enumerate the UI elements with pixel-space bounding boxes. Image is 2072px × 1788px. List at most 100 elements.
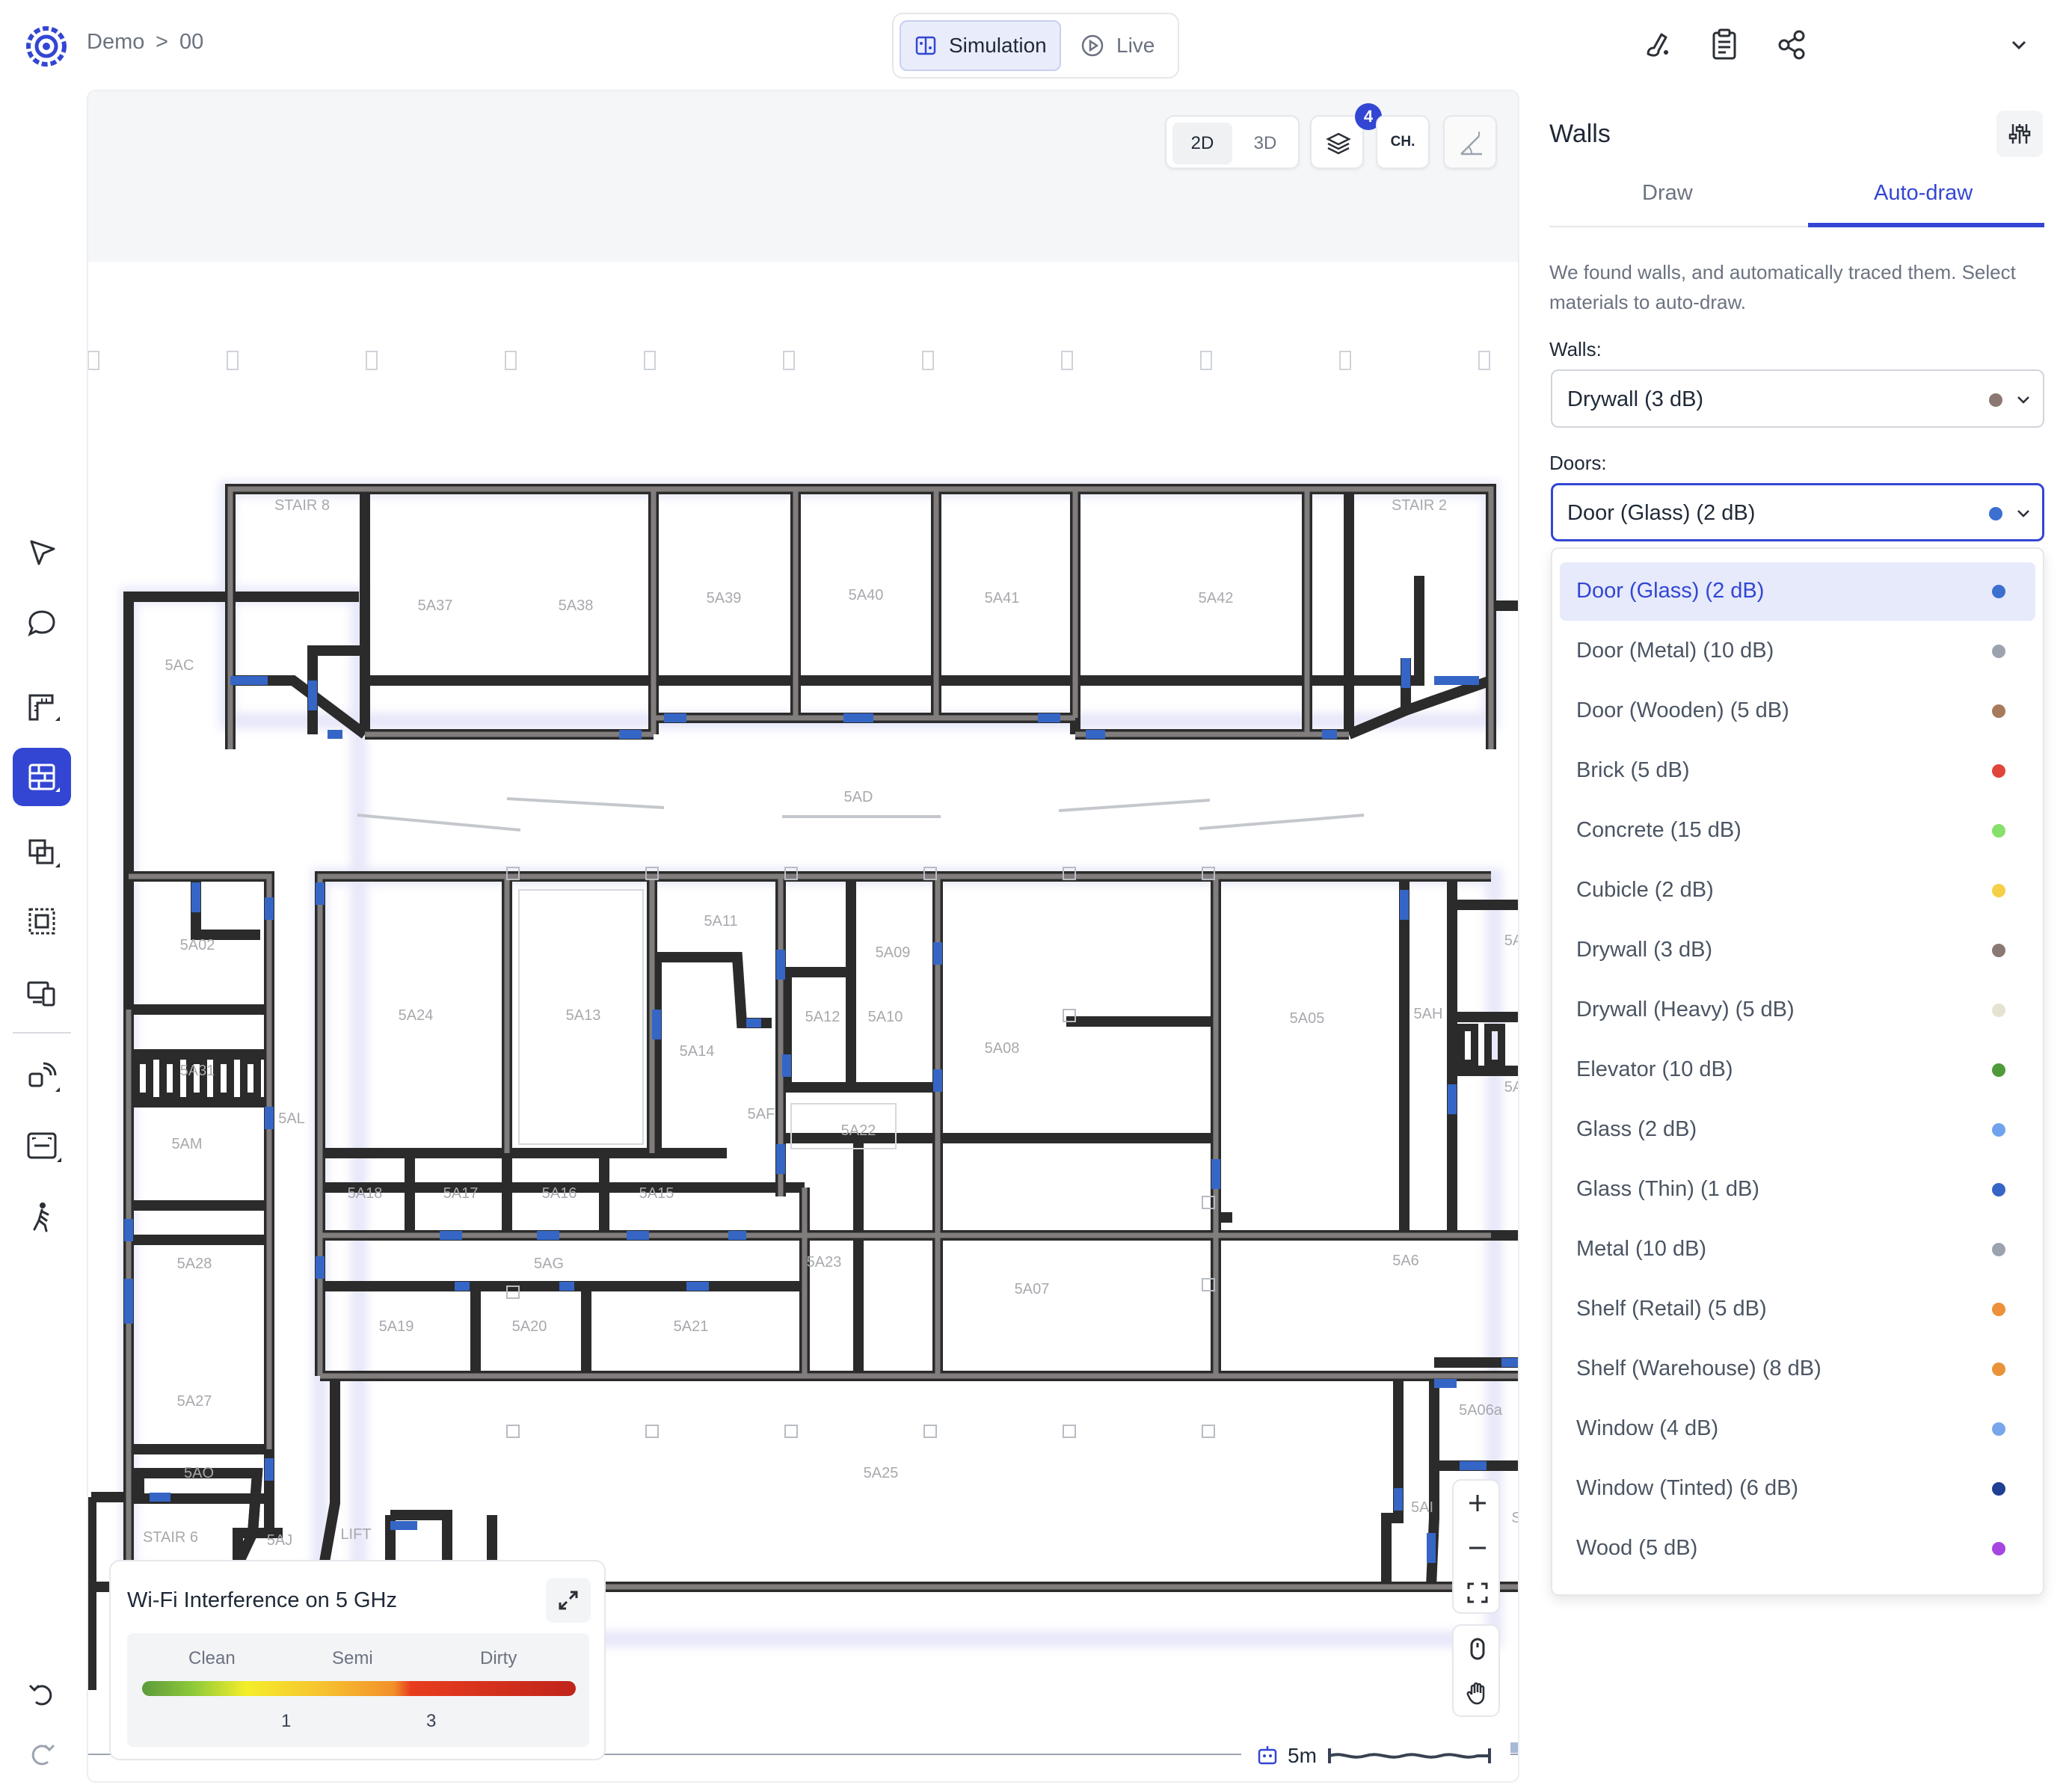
paint-brush-icon[interactable] — [1639, 27, 1675, 63]
breadcrumb-separator: > — [156, 30, 168, 54]
material-color-dot — [1992, 1422, 2005, 1436]
undo-icon[interactable] — [22, 1675, 61, 1714]
access-point-icon[interactable] — [22, 1057, 61, 1096]
play-circle-icon — [1081, 34, 1104, 57]
walls-material-select[interactable]: Drywall (3 dB) — [1551, 369, 2044, 428]
material-color-dot — [1992, 1303, 2005, 1316]
room-label: 5A41 — [985, 590, 1020, 606]
tab-active-indicator — [1808, 223, 2044, 227]
material-option[interactable]: Window (Tinted) (6 dB) — [1560, 1460, 2035, 1518]
room-label: 5AD — [844, 789, 873, 805]
chevron-down-icon[interactable] — [2001, 27, 2037, 63]
signal-angle-icon — [1460, 132, 1482, 156]
breadcrumb-floor[interactable]: 00 — [179, 30, 203, 55]
material-option[interactable]: Door (Metal) (10 dB) — [1560, 622, 2035, 681]
material-option[interactable]: Glass (2 dB) — [1560, 1101, 2035, 1159]
room-label: 5A21 — [674, 1318, 709, 1335]
material-color-dot — [1992, 1243, 2005, 1256]
room-label: 5A11 — [704, 913, 737, 930]
room-label: 5A09 — [876, 944, 911, 961]
channel-button[interactable]: CH. — [1376, 115, 1430, 169]
measure-icon[interactable] — [22, 688, 61, 727]
legend-label-semi: Semi — [332, 1648, 373, 1668]
material-option[interactable]: Concrete (15 dB) — [1560, 802, 2035, 860]
room-label: 5A25 — [864, 1465, 899, 1481]
room-label: 5AG — [534, 1256, 564, 1272]
devices-icon[interactable] — [22, 974, 61, 1013]
layers-button[interactable] — [1310, 115, 1364, 169]
zoom-in-icon[interactable] — [1466, 1491, 1490, 1515]
room-label: STAIR 8 — [274, 497, 330, 514]
legend-scale: Clean Semi Dirty 1 3 — [127, 1633, 589, 1747]
room-label: 5A24 — [399, 1007, 434, 1024]
material-option[interactable]: Window (4 dB) — [1560, 1400, 2035, 1458]
app-logo-icon[interactable] — [22, 22, 70, 70]
legend-gradient-bar — [142, 1681, 576, 1696]
redo-icon[interactable] — [22, 1735, 61, 1774]
material-option[interactable]: Drywall (3 dB) — [1560, 921, 2035, 980]
sliders-icon — [2008, 124, 2031, 144]
tab-auto-draw[interactable]: Auto-draw — [1874, 181, 1973, 206]
canvas-header-area — [88, 91, 1518, 262]
material-color-dot — [1992, 1004, 2005, 1017]
hand-pan-icon[interactable] — [1464, 1680, 1491, 1706]
doors-material-select[interactable]: Door (Glass) (2 dB) — [1551, 483, 2044, 541]
material-color-dot — [1992, 944, 2005, 957]
walk-icon[interactable] — [22, 1198, 61, 1237]
material-option[interactable]: Metal (10 dB) — [1560, 1220, 2035, 1279]
room-label: 5AJ — [267, 1532, 292, 1549]
material-color-dot — [1992, 764, 2005, 778]
floor-plan-canvas[interactable]: STAIR 8 5A37 5A38 5A39 5A40 5A41 5A42 ST… — [87, 90, 1519, 1783]
clipboard-icon[interactable] — [1706, 27, 1742, 63]
material-option[interactable]: Shelf (Retail) (5 dB) — [1560, 1280, 2035, 1339]
comment-icon[interactable] — [22, 604, 61, 643]
material-option[interactable]: Elevator (10 dB) — [1560, 1041, 2035, 1099]
breadcrumb-project[interactable]: Demo — [87, 30, 144, 55]
materials-dropdown: Door (Glass) (2 dB) Door (Metal) (10 dB)… — [1551, 547, 2044, 1596]
room-label: STAIR 2 — [1392, 497, 1447, 514]
material-option[interactable]: Glass (Thin) (1 dB) — [1560, 1161, 2035, 1219]
room-label: 5A42 — [1199, 590, 1234, 606]
live-mode-button[interactable]: Live — [1067, 20, 1172, 71]
chevron-down-icon — [2017, 510, 2029, 517]
fit-screen-icon[interactable] — [1466, 1581, 1490, 1605]
room-label: 5AF — [748, 1106, 775, 1122]
room-label: 5AO — [184, 1465, 214, 1481]
expand-icon — [559, 1591, 578, 1610]
material-option[interactable]: Cubicle (2 dB) — [1560, 861, 2035, 920]
room-label: 5A38 — [559, 597, 594, 614]
legend-expand-button[interactable] — [546, 1578, 591, 1623]
mode-switch: Simulation Live — [892, 13, 1179, 79]
heatmap-tool-button[interactable] — [1443, 115, 1497, 169]
chevron-down-icon — [2017, 396, 2029, 404]
view-3d-button[interactable]: 3D — [1235, 123, 1295, 165]
share-icon[interactable] — [1774, 27, 1810, 63]
legend-tick-1: 1 — [281, 1711, 292, 1731]
view-2d-button[interactable]: 2D — [1172, 123, 1232, 165]
tab-draw[interactable]: Draw — [1642, 181, 1693, 206]
material-option[interactable]: Door (Glass) (2 dB) — [1560, 562, 2035, 621]
material-option[interactable]: Door (Wooden) (5 dB) — [1560, 682, 2035, 740]
zoom-out-icon[interactable] — [1466, 1536, 1490, 1560]
material-option[interactable]: Wood (5 dB) — [1560, 1520, 2035, 1578]
room-label: 5A20 — [512, 1318, 547, 1335]
simulation-mode-button[interactable]: Simulation — [900, 20, 1061, 71]
material-color-dot — [1992, 585, 2005, 598]
material-option[interactable]: Drywall (Heavy) (5 dB) — [1560, 981, 2035, 1039]
simulation-label: Simulation — [949, 34, 1047, 57]
legend-title: Wi-Fi Interference on 5 GHz — [127, 1588, 397, 1612]
room-label: 5A02 — [180, 937, 215, 953]
material-option[interactable]: Brick (5 dB) — [1560, 742, 2035, 800]
material-option[interactable]: Shelf (Warehouse) (8 dB) — [1560, 1340, 2035, 1398]
area-grid-icon[interactable] — [22, 902, 61, 941]
room-label: 5A14 — [680, 1043, 715, 1060]
material-color-dot — [1992, 824, 2005, 838]
floor-plan-drawing[interactable]: STAIR 8 5A37 5A38 5A39 5A40 5A41 5A42 ST… — [88, 262, 1519, 1783]
map-scale: 5m — [1241, 1735, 1510, 1777]
mouse-icon[interactable] — [1466, 1636, 1490, 1663]
room-label: 5AI — [1411, 1499, 1433, 1516]
zones-icon[interactable] — [22, 833, 61, 872]
scan-icon[interactable] — [22, 1126, 61, 1165]
panel-settings-button[interactable] — [1996, 111, 2043, 157]
select-pointer-icon[interactable] — [22, 532, 61, 571]
